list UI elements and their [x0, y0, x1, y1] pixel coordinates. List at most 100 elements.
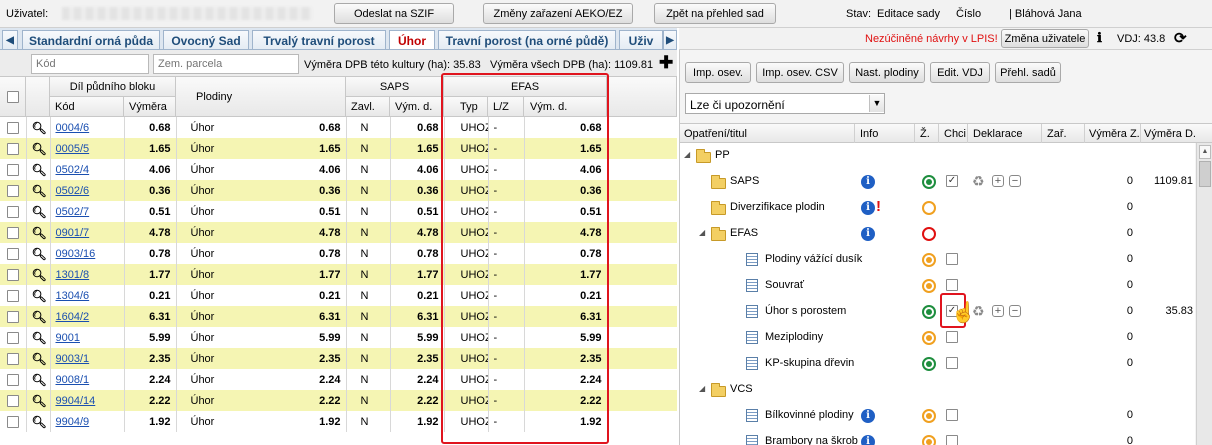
parcel-filter-input[interactable] — [153, 54, 299, 74]
row-search-icon[interactable]: 🔍︎ — [26, 390, 51, 411]
info-icon[interactable]: ℹ — [1097, 31, 1102, 46]
import-sowing-csv-button[interactable]: Imp. osev. CSV — [756, 62, 844, 83]
set-crops-button[interactable]: Nast. plodiny — [849, 62, 925, 83]
block-code-link[interactable]: 9008/1 — [56, 374, 90, 386]
table-row[interactable]: 🔍︎9904/142.22Úhor2.22N2.22UHOZ-2.22 — [0, 390, 677, 411]
table-row[interactable]: 🔍︎0004/60.68Úhor0.68N0.68UHOZ-0.68 — [0, 117, 677, 138]
table-row[interactable]: 🔍︎0005/51.65Úhor1.65N1.65UHOZ-1.65 — [0, 138, 677, 159]
tab-fallow[interactable]: Úhor — [389, 30, 435, 49]
want-checkbox[interactable] — [946, 279, 958, 292]
warning-filter-select[interactable]: Lze či upozornění ▼ — [685, 93, 885, 114]
row-search-icon[interactable]: 🔍︎ — [26, 222, 51, 243]
row-checkbox[interactable] — [6, 247, 19, 260]
want-checkbox[interactable] — [946, 253, 958, 266]
tree-row[interactable]: Plodiny vážící dusík 0 — [680, 247, 1195, 273]
tree-row[interactable]: ◢ PP — [680, 143, 1195, 169]
recycle-icon[interactable]: ♻ — [972, 174, 987, 189]
table-row[interactable]: 🔍︎0903/160.78Úhor0.78N0.78UHOZ-0.78 — [0, 243, 677, 264]
row-search-icon[interactable]: 🔍︎ — [26, 327, 51, 348]
aeko-changes-button[interactable]: Změny zařazení AEKO/EZ — [483, 3, 633, 24]
tree-row[interactable]: ◢ VCS — [680, 377, 1195, 403]
scroll-thumb[interactable] — [1199, 161, 1211, 187]
title-col-header[interactable]: Opatření/titul — [684, 128, 747, 140]
table-row[interactable]: 🔍︎1301/81.77Úhor1.77N1.77UHOZ-1.77 — [0, 264, 677, 285]
edit-vdj-button[interactable]: Edit. VDJ — [930, 62, 990, 83]
block-code-link[interactable]: 9003/1 — [56, 353, 90, 365]
tab-permanent-grassland[interactable]: Trvalý travní porost — [252, 30, 386, 49]
tab-scroll-right-icon[interactable]: ▶ — [663, 30, 677, 49]
table-row[interactable]: 🔍︎90015.99Úhor5.99N5.99UHOZ-5.99 — [0, 327, 677, 348]
block-code-link[interactable]: 1301/8 — [56, 269, 90, 281]
tree-row[interactable]: Bílkovinné plodiny i 0 — [680, 403, 1195, 429]
zar-col-header[interactable]: Zař. — [1041, 124, 1067, 144]
row-search-icon[interactable]: 🔍︎ — [26, 138, 51, 159]
row-search-icon[interactable]: 🔍︎ — [26, 285, 51, 306]
import-sowing-button[interactable]: Imp. osev. — [685, 62, 751, 83]
scroll-up-icon[interactable]: ▲ — [1199, 145, 1211, 159]
efas-lz-header[interactable]: L/Z — [488, 97, 524, 117]
row-search-icon[interactable]: 🔍︎ — [26, 348, 51, 369]
block-code-link[interactable]: 0502/4 — [56, 164, 90, 176]
info-icon[interactable]: i — [861, 227, 875, 241]
block-code-link[interactable]: 0903/16 — [56, 248, 96, 260]
tree-row[interactable]: Diverzifikace plodin i! 0 — [680, 195, 1195, 221]
table-row[interactable]: 🔍︎9008/12.24Úhor2.24N2.24UHOZ-2.24 — [0, 369, 677, 390]
row-search-icon[interactable]: 🔍︎ — [26, 117, 51, 138]
tab-standard-arable[interactable]: Standardní orná půda — [22, 30, 160, 49]
table-row[interactable]: 🔍︎9003/12.35Úhor2.35N2.35UHOZ-2.35 — [0, 348, 677, 369]
row-checkbox[interactable] — [6, 205, 19, 218]
row-search-icon[interactable]: 🔍︎ — [26, 201, 51, 222]
want-checkbox[interactable] — [946, 331, 958, 344]
sets-overview-button[interactable]: Přehl. sadů — [995, 62, 1061, 83]
tree-expander-icon[interactable]: ◢ — [699, 228, 705, 237]
row-checkbox[interactable] — [6, 415, 19, 428]
back-to-sets-button[interactable]: Zpět na přehled sad — [654, 3, 776, 24]
table-row[interactable]: 🔍︎9904/91.92Úhor1.92N1.92UHOZ-1.92 — [0, 411, 677, 432]
efas-type-header[interactable]: Typ — [444, 97, 488, 117]
want-checkbox[interactable] — [946, 357, 958, 370]
info-icon[interactable]: i — [861, 175, 875, 189]
block-code-link[interactable]: 1604/2 — [56, 311, 90, 323]
tree-row[interactable]: Brambory na škrob i 0 — [680, 429, 1195, 445]
row-search-icon[interactable]: 🔍︎ — [26, 264, 51, 285]
block-code-link[interactable]: 0004/6 — [56, 122, 90, 134]
row-checkbox[interactable] — [6, 394, 19, 407]
block-code-link[interactable]: 9001 — [56, 332, 80, 344]
row-checkbox[interactable] — [6, 268, 19, 281]
info-icon[interactable]: i — [861, 201, 875, 215]
minus-icon[interactable]: − — [1009, 305, 1021, 318]
plus-icon[interactable]: + — [992, 305, 1004, 318]
table-row[interactable]: 🔍︎1604/26.31Úhor6.31N6.31UHOZ-6.31 — [0, 306, 677, 327]
code-header[interactable]: Kód — [50, 97, 124, 117]
tree-scrollbar[interactable]: ▲ — [1196, 143, 1212, 445]
code-filter-input[interactable] — [31, 54, 149, 74]
row-checkbox[interactable] — [6, 184, 19, 197]
want-checkbox-checked[interactable]: ✓ — [946, 175, 958, 187]
row-search-icon[interactable]: 🔍︎ — [26, 180, 51, 201]
row-checkbox[interactable] — [6, 373, 19, 386]
chci-col-header[interactable]: Chci — [938, 124, 966, 144]
tree-row[interactable]: Souvrať 0 — [680, 273, 1195, 299]
add-icon[interactable]: ✚ — [659, 53, 673, 73]
z-col-header[interactable]: Ž. — [914, 124, 930, 144]
saps-area-header[interactable]: Vým. d. — [390, 97, 444, 117]
chevron-down-icon[interactable]: ▼ — [869, 95, 884, 112]
zavl-header[interactable]: Zavl. — [346, 97, 390, 117]
plus-icon[interactable]: + — [992, 175, 1004, 188]
area-header[interactable]: Výměra — [124, 97, 176, 117]
block-code-link[interactable]: 0502/7 — [56, 206, 90, 218]
area-z-col-header[interactable]: Výměra Z. — [1084, 124, 1140, 144]
table-row[interactable]: 🔍︎0502/60.36Úhor0.36N0.36UHOZ-0.36 — [0, 180, 677, 201]
info-col-header[interactable]: Info — [854, 124, 878, 144]
tree-row[interactable]: Meziplodiny 0 — [680, 325, 1195, 351]
select-all-checkbox[interactable] — [6, 90, 19, 103]
block-code-link[interactable]: 9904/14 — [56, 395, 96, 407]
tree-row[interactable]: Úhor s porostem ✓ ♻ + −0 35.83 — [680, 299, 1195, 325]
row-checkbox[interactable] — [6, 352, 19, 365]
block-code-link[interactable]: 9904/9 — [56, 416, 90, 428]
row-checkbox[interactable] — [6, 121, 19, 134]
row-search-icon[interactable]: 🔍︎ — [26, 306, 51, 327]
block-code-link[interactable]: 1304/6 — [56, 290, 90, 302]
tree-row[interactable]: ◢ EFAS i 0 — [680, 221, 1195, 247]
table-row[interactable]: 🔍︎0502/70.51Úhor0.51N0.51UHOZ-0.51 — [0, 201, 677, 222]
